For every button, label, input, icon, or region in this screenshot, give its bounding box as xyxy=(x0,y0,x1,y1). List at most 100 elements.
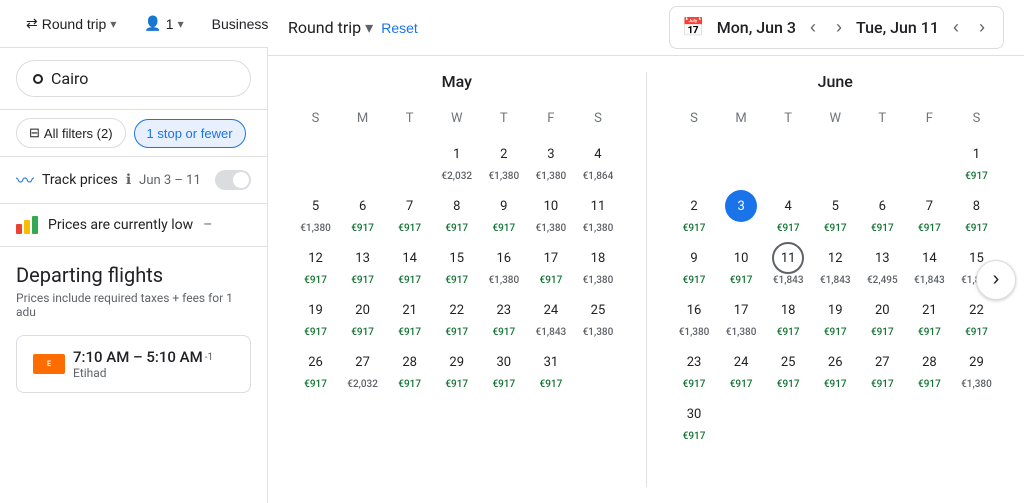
day-cell[interactable]: 12€1,843 xyxy=(812,238,859,290)
calendars-container: May SMTWTFS1€2,0322€1,3803€1,3804€1,8645… xyxy=(268,56,1024,503)
day-cell[interactable]: 20€917 xyxy=(859,290,906,342)
day-cell[interactable]: 3€1,380 xyxy=(527,134,574,186)
day-cell[interactable]: 25€1,380 xyxy=(574,290,621,342)
day-cell[interactable]: 10€1,380 xyxy=(527,186,574,238)
day-cell[interactable]: 11€1,843 xyxy=(765,238,812,290)
day-number: 11 xyxy=(772,242,804,274)
day-cell[interactable]: 17€917 xyxy=(527,238,574,290)
day-cell[interactable]: 26€917 xyxy=(292,342,339,394)
day-header-F: F xyxy=(906,107,953,134)
june-grid: SMTWTFS1€9172€9173€9174€9175€9176€9177€9… xyxy=(671,107,1001,446)
day-cell[interactable]: 27€2,032 xyxy=(339,342,386,394)
day-cell[interactable]: 19€917 xyxy=(292,290,339,342)
day-cell[interactable]: 7€917 xyxy=(906,186,953,238)
date-to-prev-button[interactable]: ‹ xyxy=(947,15,965,40)
departing-subtitle: Prices include required taxes + fees for… xyxy=(16,291,251,319)
origin-search-input[interactable]: Cairo xyxy=(16,60,251,97)
may-grid: SMTWTFS1€2,0322€1,3803€1,3804€1,8645€1,3… xyxy=(292,107,622,394)
day-cell[interactable]: 4€1,864 xyxy=(574,134,621,186)
day-price: €1,843 xyxy=(536,327,567,338)
track-prices-toggle[interactable] xyxy=(215,170,251,190)
day-cell[interactable]: 14€917 xyxy=(386,238,433,290)
all-filters-button[interactable]: ⊟ All filters (2) xyxy=(16,118,126,148)
calendar-next-month-button[interactable]: › xyxy=(976,260,1016,300)
day-cell[interactable]: 29€1,380 xyxy=(953,342,1000,394)
airline-logo-1: E xyxy=(33,354,65,374)
day-cell xyxy=(906,134,953,186)
day-cell[interactable]: 17€1,380 xyxy=(718,290,765,342)
day-cell[interactable]: 14€1,843 xyxy=(906,238,953,290)
day-cell[interactable]: 6€917 xyxy=(859,186,906,238)
trip-type-button[interactable]: ⇄ Round trip ▾ xyxy=(16,11,126,36)
day-number: 15 xyxy=(441,242,473,274)
date-from-next-button[interactable]: › xyxy=(830,15,848,40)
day-cell[interactable]: 24€917 xyxy=(718,342,765,394)
day-cell[interactable]: 30€917 xyxy=(480,342,527,394)
day-cell[interactable]: 18€1,380 xyxy=(574,238,621,290)
day-cell[interactable]: 13€917 xyxy=(339,238,386,290)
day-price: €917 xyxy=(304,275,327,286)
price-bars-icon xyxy=(16,216,38,234)
day-cell[interactable]: 4€917 xyxy=(765,186,812,238)
june-title: June xyxy=(671,72,1001,91)
day-cell[interactable]: 25€917 xyxy=(765,342,812,394)
day-cell[interactable]: 8€917 xyxy=(433,186,480,238)
day-cell[interactable]: 29€917 xyxy=(433,342,480,394)
day-cell[interactable]: 7€917 xyxy=(386,186,433,238)
day-cell[interactable]: 19€917 xyxy=(812,290,859,342)
day-number: 7 xyxy=(394,190,426,222)
day-cell[interactable]: 1€2,032 xyxy=(433,134,480,186)
day-cell[interactable]: 27€917 xyxy=(859,342,906,394)
calendar-trip-type-selector[interactable]: Round trip ▾ xyxy=(288,18,373,37)
day-cell[interactable]: 15€917 xyxy=(433,238,480,290)
stop-filter-button[interactable]: 1 stop or fewer xyxy=(134,119,246,148)
day-cell[interactable]: 31€917 xyxy=(527,342,574,394)
day-price: €917 xyxy=(777,223,800,234)
day-cell[interactable]: 24€1,843 xyxy=(527,290,574,342)
day-number: 2 xyxy=(488,138,520,170)
day-cell[interactable]: 30€917 xyxy=(671,394,718,446)
day-cell[interactable]: 8€917 xyxy=(953,186,1000,238)
day-cell[interactable]: 21€917 xyxy=(906,290,953,342)
day-cell[interactable]: 16€1,380 xyxy=(671,290,718,342)
day-cell[interactable]: 12€917 xyxy=(292,238,339,290)
day-price: €917 xyxy=(351,327,374,338)
date-from-prev-button[interactable]: ‹ xyxy=(804,15,822,40)
flight-day-suffix-1: -1 xyxy=(205,352,213,363)
flight-card-1[interactable]: E 7:10 AM – 5:10 AM -1 Etihad xyxy=(16,335,251,393)
day-cell[interactable]: 5€1,380 xyxy=(292,186,339,238)
day-cell[interactable]: 28€917 xyxy=(906,342,953,394)
calendar-reset-button[interactable]: Reset xyxy=(373,16,426,40)
day-number: 30 xyxy=(488,346,520,378)
day-cell[interactable]: 10€917 xyxy=(718,238,765,290)
day-cell[interactable]: 13€2,495 xyxy=(859,238,906,290)
day-cell[interactable]: 23€917 xyxy=(480,290,527,342)
passengers-button[interactable]: 👤 1 ▾ xyxy=(134,11,193,36)
day-cell[interactable]: 6€917 xyxy=(339,186,386,238)
day-cell[interactable]: 1€917 xyxy=(953,134,1000,186)
day-number: 31 xyxy=(535,346,567,378)
day-cell[interactable]: 16€1,380 xyxy=(480,238,527,290)
day-header-S: S xyxy=(671,107,718,134)
day-header-T: T xyxy=(859,107,906,134)
day-header-W: W xyxy=(433,107,480,134)
day-cell[interactable]: 3€917 xyxy=(718,186,765,238)
day-price: €917 xyxy=(445,275,468,286)
day-cell[interactable]: 2€1,380 xyxy=(480,134,527,186)
day-cell[interactable]: 5€917 xyxy=(812,186,859,238)
day-cell[interactable]: 18€917 xyxy=(765,290,812,342)
day-cell[interactable]: 2€917 xyxy=(671,186,718,238)
day-cell[interactable]: 20€917 xyxy=(339,290,386,342)
day-cell[interactable]: 23€917 xyxy=(671,342,718,394)
day-price: €1,380 xyxy=(488,275,519,286)
day-cell[interactable]: 9€917 xyxy=(480,186,527,238)
day-cell[interactable]: 9€917 xyxy=(671,238,718,290)
day-cell[interactable]: 21€917 xyxy=(386,290,433,342)
day-cell[interactable]: 28€917 xyxy=(386,342,433,394)
day-cell[interactable]: 11€1,380 xyxy=(574,186,621,238)
date-to-next-button[interactable]: › xyxy=(973,15,991,40)
day-cell[interactable]: 22€917 xyxy=(433,290,480,342)
day-price: €917 xyxy=(492,379,515,390)
day-number: 1 xyxy=(441,138,473,170)
day-cell[interactable]: 26€917 xyxy=(812,342,859,394)
